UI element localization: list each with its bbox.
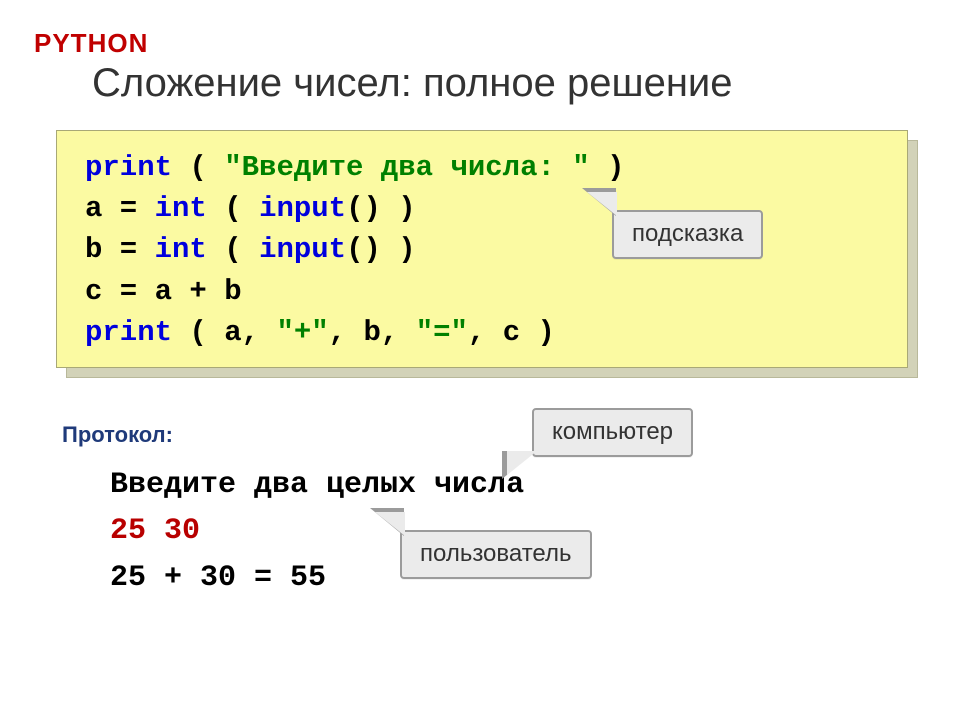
code-block: print ( "Введите два числа: " ) a = int … (56, 130, 908, 368)
punct: ) (381, 192, 416, 225)
code-line-2: a = int ( input() ) (85, 188, 883, 229)
kw-input: input (259, 233, 346, 266)
kw-print: print (85, 316, 172, 349)
string-literal: "+" (276, 316, 328, 349)
punct: ( (172, 316, 224, 349)
lhs: b = (85, 233, 155, 266)
punct: ) (381, 233, 416, 266)
callout-computer: компьютер (532, 408, 693, 457)
args: , b, (329, 316, 416, 349)
code-line-4: c = a + b (85, 271, 883, 312)
args: a, (224, 316, 276, 349)
expr: c = a + b (85, 275, 242, 308)
string-literal: "=" (416, 316, 468, 349)
code-block-container: print ( "Введите два числа: " ) a = int … (56, 130, 908, 368)
kw-input: input (259, 192, 346, 225)
kw-int: int (155, 192, 207, 225)
protocol-heading: Протокол: (62, 422, 920, 448)
kw-int: int (155, 233, 207, 266)
slide-title: Сложение чисел: полное решение (92, 61, 920, 106)
punct: ( (172, 151, 224, 184)
callout-text: компьютер (552, 418, 673, 445)
callout-text: подсказка (632, 220, 743, 247)
code-line-1: print ( "Введите два числа: " ) (85, 147, 883, 188)
callout-user: пользователь (400, 530, 592, 579)
args: , c (468, 316, 538, 349)
code-line-5: print ( a, "+", b, "=", c ) (85, 312, 883, 353)
punct: ( (207, 233, 259, 266)
punct: () (346, 192, 381, 225)
callout-text: пользователь (420, 540, 572, 567)
kw-print: print (85, 151, 172, 184)
language-label: PYTHON (34, 28, 920, 59)
punct: () (346, 233, 381, 266)
code-line-3: b = int ( input() ) (85, 229, 883, 270)
punct: ) (538, 316, 555, 349)
slide: PYTHON Сложение чисел: полное решение pr… (0, 0, 960, 720)
punct: ) (590, 151, 625, 184)
lhs: a = (85, 192, 155, 225)
string-literal: "Введите два числа: " (224, 151, 589, 184)
callout-hint: подсказка (612, 210, 763, 259)
punct: ( (207, 192, 259, 225)
